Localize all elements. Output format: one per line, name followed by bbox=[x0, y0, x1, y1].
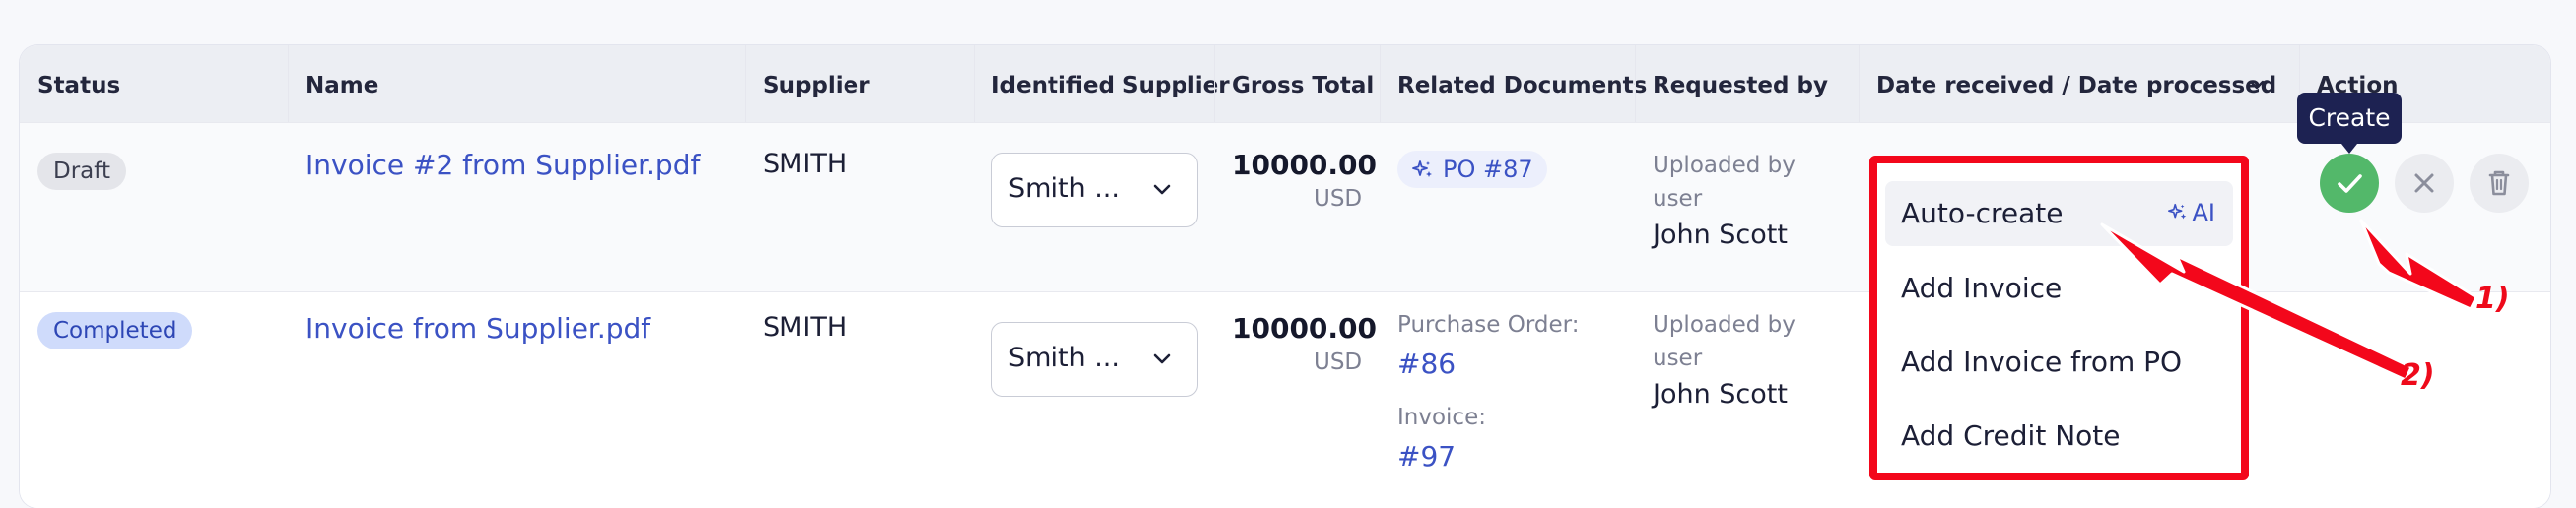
annotation-arrow-2 bbox=[2100, 222, 2413, 382]
annotation-label-2: 2) bbox=[2401, 358, 2435, 393]
annotation-arrows bbox=[2100, 219, 2478, 382]
annotation-arrow-1 bbox=[2359, 219, 2478, 311]
annotation-label-1: 1) bbox=[2475, 282, 2510, 316]
